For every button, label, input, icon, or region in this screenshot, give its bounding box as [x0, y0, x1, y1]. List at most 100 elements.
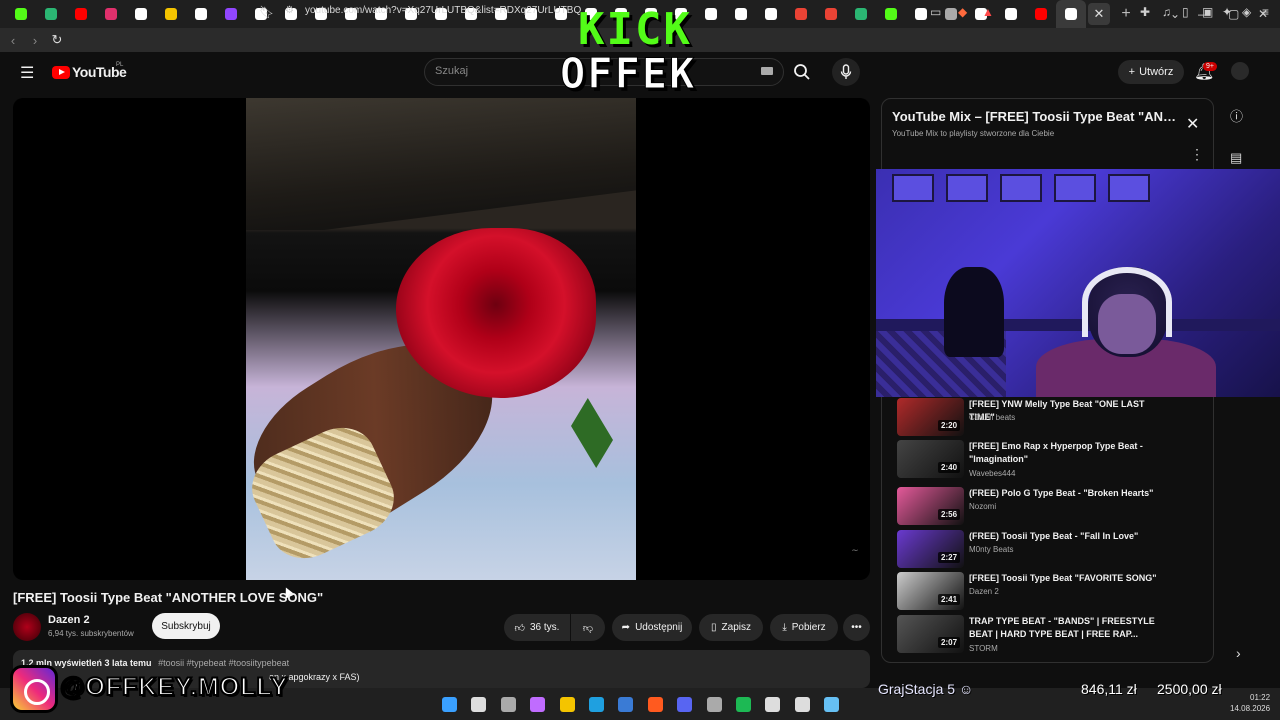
download-icon: ⤓ — [782, 622, 787, 633]
tab-search-icon[interactable]: ⌄ — [1170, 0, 1180, 28]
brave-rewards-icon[interactable]: ▲ — [982, 5, 994, 19]
playlist-title[interactable]: YouTube Mix – [FREE] Toosii Type Beat "A… — [892, 109, 1182, 124]
playlist-item-thumbnail[interactable]: 2:27 — [897, 530, 964, 568]
chat-icon[interactable]: ▤ — [1230, 150, 1242, 166]
github-icon[interactable] — [706, 697, 722, 712]
share-button[interactable]: ➦ Udostępnij — [612, 614, 692, 641]
playlist-item-thumbnail[interactable]: 2:40 — [897, 440, 964, 478]
forward-button[interactable]: › — [24, 33, 46, 48]
playlist-item[interactable]: 2:41 [FREE] Toosii Type Beat "FAVORITE SO… — [897, 572, 1197, 612]
browser-tab[interactable] — [186, 0, 216, 28]
task-view-icon[interactable] — [500, 697, 516, 712]
browser-tab[interactable] — [6, 0, 36, 28]
browser-tab[interactable] — [96, 0, 126, 28]
channel-avatar[interactable] — [13, 613, 41, 641]
url-field[interactable]: youtube.com/watch?v=Xq27UrLUTBQ&list=RDX… — [305, 5, 581, 16]
desk-shelf — [876, 319, 1280, 331]
playlist-item-title[interactable]: [FREE] Emo Rap x Hyperpop Type Beat - "I… — [969, 440, 1169, 466]
ai-icon[interactable]: ✦ — [1222, 5, 1232, 19]
wallet-icon[interactable]: ▣ — [1202, 5, 1213, 19]
playlist-item-thumbnail[interactable]: 2:41 — [897, 572, 964, 610]
wall-frame — [1108, 174, 1150, 202]
playlist-item-title[interactable]: (FREE) Polo G Type Beat - "Broken Hearts… — [969, 487, 1169, 500]
bookmark-icon[interactable]: 🔖︎ — [259, 5, 274, 19]
back-button[interactable]: ‹ — [2, 33, 24, 48]
browser-tab[interactable] — [786, 0, 816, 28]
browser-tab[interactable] — [156, 0, 186, 28]
playlist-item-title[interactable]: (FREE) Toosii Type Beat - "Fall In Love" — [969, 530, 1169, 543]
like-count: 36 tys. — [529, 622, 560, 633]
windows-start-icon[interactable] — [442, 697, 457, 712]
store-icon[interactable] — [618, 697, 634, 712]
browser-tab[interactable] — [1026, 0, 1056, 28]
playlist-item[interactable]: 2:20 [FREE] YNW Melly Type Beat "ONE LAST… — [897, 398, 1197, 438]
browser-tab[interactable] — [66, 0, 96, 28]
sidebar-icon[interactable]: ▯ — [1182, 5, 1189, 19]
system-clock[interactable]: 01:22 14.08.2026 — [1230, 692, 1270, 714]
browser-tab[interactable] — [756, 0, 786, 28]
close-playlist-icon[interactable]: ✕ — [1186, 114, 1199, 134]
playlist-item[interactable]: 2:27 (FREE) Toosii Type Beat - "Fall In L… — [897, 530, 1197, 570]
playlist-item-channel: Nozomi — [969, 502, 997, 511]
chevron-right-icon[interactable]: › — [1236, 645, 1241, 661]
info-icon[interactable]: ⓘ — [1230, 106, 1243, 125]
edge-icon[interactable] — [589, 697, 604, 712]
spotify-icon[interactable] — [736, 697, 751, 712]
playlist-more-icon[interactable]: ⋮ — [1190, 146, 1204, 163]
copilot-icon[interactable] — [530, 697, 546, 712]
brave-shield-icon[interactable]: ◆ — [958, 5, 967, 19]
browser-tab[interactable] — [36, 0, 66, 28]
tab-favicon-icon — [765, 8, 777, 20]
browser-tab[interactable] — [816, 0, 846, 28]
playlist-item-thumbnail[interactable]: 2:07 — [897, 615, 964, 653]
like-button[interactable]: 👍︎ 36 tys. — [504, 614, 570, 641]
voice-search-button[interactable] — [832, 58, 860, 86]
channel-name[interactable]: Dazen 2 — [48, 614, 90, 626]
new-tab-button[interactable]: + — [1114, 5, 1138, 23]
browser-tab[interactable] — [996, 0, 1026, 28]
save-button[interactable]: ▯ Zapisz — [699, 614, 763, 641]
file-explorer-icon[interactable] — [559, 697, 575, 712]
keyboard-icon[interactable] — [761, 67, 773, 75]
browser-tab[interactable] — [876, 0, 906, 28]
create-button[interactable]: + Utwórz — [1118, 60, 1184, 84]
subscribe-button[interactable]: Subskrybuj — [152, 613, 220, 639]
hamburger-menu-icon[interactable]: ☰ — [20, 63, 34, 83]
video-player[interactable]: ∼ — [13, 98, 870, 580]
site-info-icon[interactable]: ⚙︎ — [285, 5, 294, 16]
screen-cast-icon[interactable]: ▭ — [930, 5, 941, 19]
vpn-icon[interactable]: ◈ — [1242, 5, 1251, 19]
account-avatar[interactable] — [1231, 62, 1249, 80]
browser-tab[interactable] — [846, 0, 876, 28]
search-button[interactable] — [786, 58, 818, 86]
browser-tab[interactable] — [216, 0, 246, 28]
browser-tab[interactable] — [1056, 0, 1086, 28]
youtube-logo-icon[interactable] — [52, 66, 70, 79]
reload-button[interactable]: ↻ — [46, 32, 68, 48]
steam-icon[interactable] — [824, 697, 840, 712]
browser-tab[interactable] — [696, 0, 726, 28]
menu-icon[interactable]: ≡ — [1262, 5, 1269, 19]
browser-tab[interactable] — [726, 0, 756, 28]
playlist-item[interactable]: 2:40 [FREE] Emo Rap x Hyperpop Type Beat … — [897, 440, 1197, 480]
dislike-button[interactable]: 👎︎ — [571, 614, 605, 641]
discord-icon[interactable] — [677, 697, 693, 712]
playlist-item-title[interactable]: [FREE] Toosii Type Beat "FAVORITE SONG" — [969, 572, 1169, 585]
playlist-item-thumbnail[interactable]: 2:20 — [897, 398, 964, 436]
playlist-item-thumbnail[interactable]: 2:56 — [897, 487, 964, 525]
browser-tab[interactable] — [126, 0, 156, 28]
davinci-icon[interactable] — [794, 697, 810, 712]
download-button[interactable]: ⤓ Pobierz — [770, 614, 838, 641]
playlist-item-channel: Dazen 2 — [969, 587, 999, 596]
close-tab-icon[interactable]: ✕ — [1088, 3, 1110, 25]
taskbar-search-icon[interactable] — [471, 697, 487, 712]
playlist-item-duration: 2:07 — [938, 637, 961, 648]
brave-icon[interactable] — [647, 697, 663, 712]
playlist-item[interactable]: 2:56 (FREE) Polo G Type Beat - "Broken He… — [897, 487, 1197, 527]
epic-games-icon[interactable] — [765, 697, 781, 712]
more-actions-button[interactable]: ••• — [843, 614, 870, 641]
playlist-item[interactable]: 2:07 TRAP TYPE BEAT - "BANDS" | FREESTYLE… — [897, 615, 1197, 655]
media-icon[interactable]: ♫ — [1162, 5, 1171, 19]
extensions-icon[interactable]: ✚ — [1140, 5, 1150, 19]
playlist-item-title[interactable]: TRAP TYPE BEAT - "BANDS" | FREESTYLE BEA… — [969, 615, 1169, 641]
